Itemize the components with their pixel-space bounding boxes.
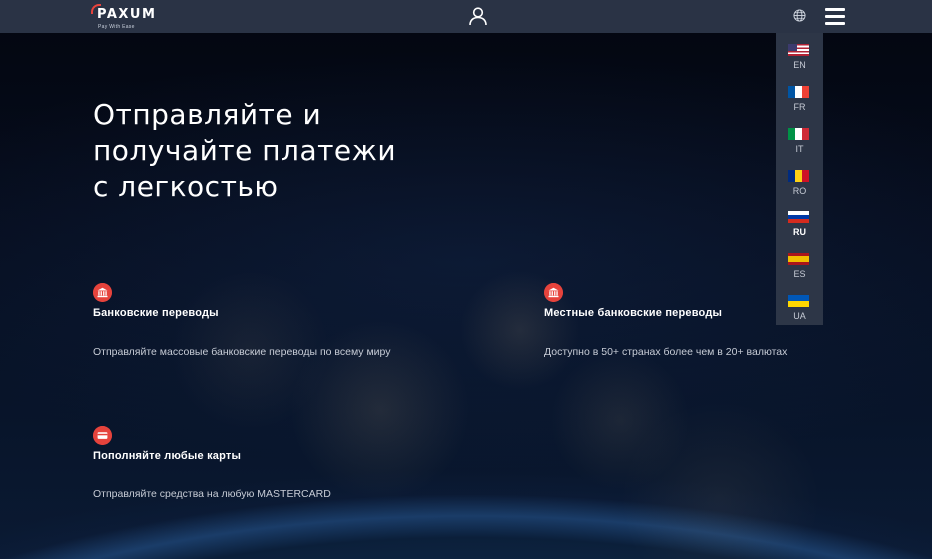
hero-title: Отправляйте и получайте платежи с легкос… bbox=[93, 98, 397, 203]
feature-description: Отправляйте средства на любую MASTERCARD bbox=[93, 488, 331, 500]
logo-text: PAXUM bbox=[97, 7, 157, 22]
language-code: RO bbox=[792, 186, 807, 196]
flag-ro-icon bbox=[788, 170, 809, 182]
language-option-fr[interactable]: FR bbox=[776, 80, 823, 120]
flag-ru-icon bbox=[788, 211, 809, 223]
globe-icon[interactable] bbox=[793, 9, 806, 22]
flag-es-icon bbox=[788, 253, 809, 265]
feature-description: Отправляйте массовые банковские переводы… bbox=[93, 346, 391, 358]
bank-icon bbox=[544, 283, 563, 302]
flag-us-icon bbox=[788, 44, 809, 56]
language-option-en[interactable]: EN bbox=[776, 38, 823, 78]
language-option-ru[interactable]: RU bbox=[776, 205, 823, 245]
language-option-it[interactable]: IT bbox=[776, 122, 823, 162]
language-option-es[interactable]: ES bbox=[776, 247, 823, 287]
hamburger-menu-icon[interactable] bbox=[825, 6, 845, 26]
language-code: EN bbox=[793, 60, 806, 70]
language-dropdown: EN FR IT RO RU ES UA bbox=[776, 33, 823, 325]
flag-fr-icon bbox=[788, 86, 809, 98]
language-code: RU bbox=[793, 227, 806, 237]
bank-icon bbox=[93, 283, 112, 302]
flag-it-icon bbox=[788, 128, 809, 140]
user-icon[interactable] bbox=[468, 6, 488, 26]
feature-title: Банковские переводы bbox=[93, 307, 219, 319]
language-option-ro[interactable]: RO bbox=[776, 164, 823, 204]
top-header: PAXUM Pay With Ease bbox=[0, 0, 932, 33]
language-code: ES bbox=[793, 269, 806, 279]
card-icon bbox=[93, 426, 112, 445]
language-code: IT bbox=[795, 144, 804, 154]
feature-bank-transfers: Банковские переводы Отправляйте массовые… bbox=[93, 283, 413, 383]
feature-description: Доступно в 50+ странах более чем в 20+ в… bbox=[544, 346, 788, 358]
feature-card-topup: Пополняйте любые карты Отправляйте средс… bbox=[93, 426, 413, 516]
feature-title: Местные банковские переводы bbox=[544, 307, 723, 319]
logo-tagline: Pay With Ease bbox=[98, 24, 135, 30]
language-code: FR bbox=[793, 102, 806, 112]
feature-local-bank-transfers: Местные банковские переводы Доступно в 5… bbox=[544, 283, 804, 383]
feature-title: Пополняйте любые карты bbox=[93, 450, 242, 462]
